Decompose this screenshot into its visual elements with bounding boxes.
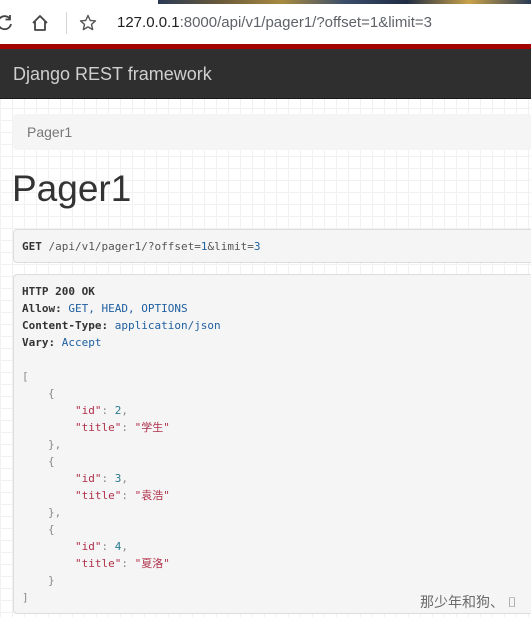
json-title-row: "title": "夏洛": [75, 557, 170, 570]
response-status: HTTP 200 OK: [22, 285, 95, 298]
header-key: Vary:: [22, 336, 56, 349]
request-path: /api/v1/pager1/?offset=: [48, 240, 201, 253]
request-info: GET /api/v1/pager1/?offset=1&limit=3: [13, 229, 531, 263]
json-id-row: "id": 4,: [75, 540, 128, 553]
tab-strip-decoration: [158, 0, 531, 4]
json-title-row: "title": "学生": [75, 421, 170, 434]
json-close-brace: }: [48, 574, 55, 587]
brand-link[interactable]: Django REST framework: [13, 64, 212, 85]
header-key: Allow:: [22, 302, 62, 315]
json-title-row: "title": "袁浩": [75, 489, 170, 502]
page-title: Pager1: [12, 168, 132, 209]
json-id-row: "id": 2,: [75, 404, 128, 417]
watermark: 那少年和狗、 ⌷: [420, 594, 517, 610]
json-id-row: "id": 3,: [75, 472, 128, 485]
json-close-brace: },: [48, 506, 62, 519]
json-close-bracket: ]: [22, 591, 29, 604]
json-open-brace: {: [48, 387, 55, 400]
item-title: "学生": [134, 421, 170, 434]
breadcrumb: Pager1: [13, 114, 531, 150]
item-title: "袁浩": [134, 489, 170, 502]
address-bar[interactable]: 127.0.0.1:8000/api/v1/pager1/?offset=1&l…: [117, 14, 432, 31]
header-value: application/json: [114, 319, 221, 332]
request-limit-value: 3: [253, 240, 261, 253]
json-close-brace: },: [48, 438, 62, 451]
response-info: HTTP 200 OK Allow: GET, HEAD, OPTIONS Co…: [13, 274, 531, 614]
url-host: 127.0.0.1: [117, 14, 180, 31]
reload-icon[interactable]: [0, 12, 16, 34]
json-open-brace: {: [48, 455, 55, 468]
header-value: Accept: [61, 336, 102, 349]
header-row: Content-Type: application/json: [22, 319, 221, 333]
request-limit-param: &limit=: [207, 240, 254, 253]
json-open-brace: {: [48, 523, 55, 536]
item-title: "夏洛": [134, 557, 170, 570]
url-path: :8000/api/v1/pager1/?offset=1&limit=3: [179, 14, 432, 31]
header-value: GET, HEAD, OPTIONS: [68, 302, 188, 315]
navbar: Django REST framework: [0, 49, 531, 99]
home-icon[interactable]: [29, 12, 51, 34]
star-icon[interactable]: [77, 12, 99, 34]
browser-toolbar: 127.0.0.1:8000/api/v1/pager1/?offset=1&l…: [0, 0, 531, 44]
header-key: Content-Type:: [22, 319, 109, 332]
header-row: Vary: Accept: [22, 336, 102, 350]
header-row: Allow: GET, HEAD, OPTIONS: [22, 302, 188, 316]
toolbar-separator: [66, 12, 67, 34]
request-method: GET: [22, 240, 42, 253]
json-open-bracket: [: [22, 370, 29, 383]
breadcrumb-item-pager1[interactable]: Pager1: [27, 124, 72, 140]
